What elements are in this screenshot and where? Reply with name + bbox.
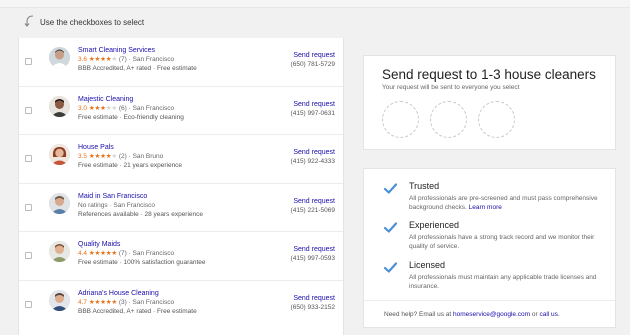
star-rating: ★★★★★ — [88, 104, 118, 112]
learn-more-link[interactable]: Learn more — [469, 204, 502, 211]
checkbox-hint: Use the checkboxes to select — [24, 12, 144, 30]
send-request-link[interactable]: Send request — [291, 245, 335, 254]
provider-checkbox[interactable] — [25, 155, 32, 162]
provider-checkbox[interactable] — [25, 203, 32, 211]
hint-text: Use the checkboxes to select — [40, 17, 145, 27]
feature-desc: All professionals must maintain any appl… — [409, 274, 597, 290]
send-request-link[interactable]: Send request — [291, 148, 335, 157]
provider-name[interactable]: Majestic Cleaning — [78, 95, 268, 104]
provider-row[interactable]: House Pals 3.5 ★★★★★ (2) · San Bruno Fre… — [19, 135, 343, 184]
provider-checkbox[interactable] — [25, 106, 32, 114]
star-rating: ★★★★★ — [88, 298, 117, 306]
provider-row[interactable]: Adriana's House Cleaning 4.7 ★★★★★ (3) ·… — [19, 281, 343, 330]
provider-details: Free estimate · Eco-friendly cleaning — [78, 113, 184, 121]
feature-title: Trusted — [409, 181, 440, 191]
star-rating: ★★★★★ — [88, 153, 118, 160]
provider-details: BBB Accredited, A+ rated · Free estimate — [78, 65, 197, 72]
provider-row[interactable]: Quality Maids 4.4 ★★★★★ (7) · San Franci… — [19, 232, 343, 281]
feature-title: Licensed — [409, 260, 446, 270]
send-request-link[interactable]: Send request — [291, 294, 335, 303]
provider-checkbox[interactable] — [25, 300, 32, 308]
provider-rating-line: 3.5 ★★★★★ (2) · San Bruno — [78, 153, 164, 160]
provider-phone: (415) 997-0593 — [290, 255, 335, 262]
provider-name[interactable]: Maid in San Francisco — [78, 192, 268, 201]
features-panel: Trusted All professionals are pre-screen… — [363, 168, 616, 328]
provider-checkbox[interactable] — [25, 252, 32, 259]
provider-name[interactable]: Adriana's House Cleaning — [78, 289, 268, 298]
request-card-title: Send request to 1-3 house cleaners — [382, 67, 596, 82]
call-us-link[interactable]: call us — [540, 311, 558, 318]
send-request-link[interactable]: Send request — [291, 197, 335, 206]
provider-rating-line: 3.6 ★★★★★ (7) · San Francisco — [78, 56, 175, 63]
avatar — [49, 289, 70, 311]
provider-rating-line: 4.7 ★★★★★ (3) · San Francisco — [78, 298, 175, 306]
provider-details: BBB Accredited, A+ rated · Free estimate — [78, 307, 197, 315]
star-rating: ★★★★★ — [88, 56, 118, 63]
provider-phone: (415) 922-4333 — [290, 158, 335, 165]
star-rating: ★★★★★ — [88, 250, 117, 257]
provider-rating-line: 4.4 ★★★★★ (7) · San Francisco — [78, 250, 175, 257]
provider-phone: (650) 781-5729 — [290, 61, 335, 68]
provider-checkbox[interactable] — [25, 58, 32, 65]
avatar — [49, 95, 70, 117]
provider-name[interactable]: Quality Maids — [78, 240, 268, 249]
avatar — [49, 144, 70, 165]
checkmark-icon — [384, 222, 397, 233]
selection-slot — [478, 101, 515, 138]
provider-phone: (415) 997-0631 — [290, 109, 335, 117]
send-request-link[interactable]: Send request — [291, 51, 335, 60]
provider-list: Smart Cleaning Services 3.6 ★★★★★ (7) · … — [18, 38, 344, 335]
curved-arrow-icon — [24, 15, 34, 27]
feature-title: Experienced — [409, 220, 460, 230]
provider-rating-line: 3.0 ★★★★★ (6) · San Francisco — [78, 104, 175, 112]
feature-desc: All professionals are pre-screened and m… — [409, 195, 598, 211]
provider-phone: (415) 221-5069 — [290, 206, 335, 214]
provider-details: Free estimate · 21 years experience — [78, 162, 183, 169]
email-link[interactable]: homeservice@google.com — [453, 311, 530, 318]
checkmark-icon — [384, 262, 397, 273]
provider-row[interactable]: Maid in San Francisco No ratings · San F… — [19, 184, 343, 232]
top-strip — [0, 0, 630, 8]
provider-row[interactable]: Majestic Cleaning 3.0 ★★★★★ (6) · San Fr… — [19, 87, 343, 135]
provider-rating-line: No ratings · San Francisco — [78, 201, 155, 209]
selection-slot — [430, 101, 467, 138]
provider-details: Free estimate · 100% satisfaction guaran… — [78, 259, 206, 266]
request-card-subtitle: Your request will be sent to everyone yo… — [382, 84, 520, 91]
send-request-link[interactable]: Send request — [291, 100, 335, 109]
provider-row[interactable]: Smart Cleaning Services 3.6 ★★★★★ (7) · … — [19, 38, 343, 87]
avatar — [49, 241, 70, 262]
help-text: Need help? Email us at homeservice@googl… — [384, 311, 560, 318]
avatar — [49, 47, 70, 68]
request-card: Send request to 1-3 house cleaners Your … — [363, 55, 616, 150]
provider-name[interactable]: House Pals — [78, 143, 268, 152]
provider-name[interactable]: Smart Cleaning Services — [78, 46, 268, 55]
provider-details: References available · 28 years experien… — [78, 210, 204, 218]
provider-phone: (650) 933-2152 — [290, 303, 335, 311]
selection-slot — [382, 101, 419, 138]
feature-desc: All professionals have a strong track re… — [409, 234, 595, 250]
divider — [364, 300, 615, 301]
checkmark-icon — [384, 183, 397, 194]
avatar — [49, 192, 70, 214]
